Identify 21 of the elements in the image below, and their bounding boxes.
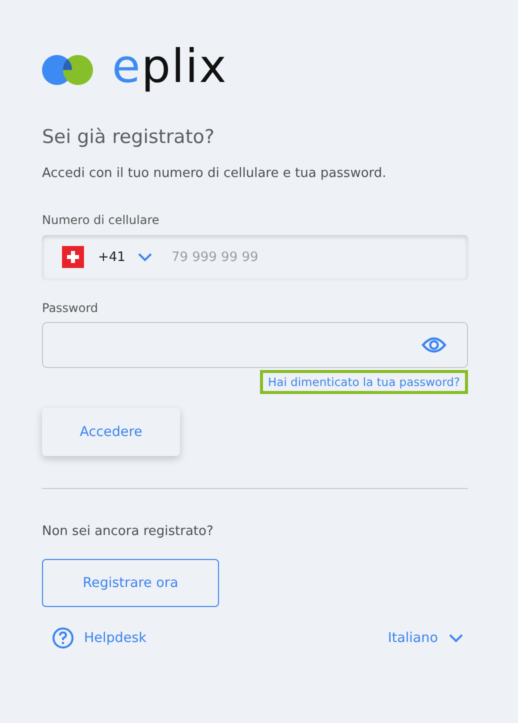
- register-button[interactable]: Registrare ora: [42, 559, 219, 607]
- chevron-down-icon: [448, 633, 464, 643]
- helpdesk-link[interactable]: Helpdesk: [52, 627, 147, 649]
- country-code: +41: [98, 250, 126, 264]
- heading: Sei già registrato?: [42, 126, 216, 148]
- help-icon: [52, 627, 74, 649]
- swiss-flag-icon: [62, 246, 84, 268]
- login-button[interactable]: Accedere: [42, 408, 180, 456]
- intro-text: Accedi con il tuo numero di cellulare e tua password.: [42, 166, 388, 181]
- chevron-down-icon: [137, 252, 154, 262]
- logo-wordmark: eplix: [112, 40, 228, 92]
- phone-field[interactable]: +41 79 999 99 99: [42, 235, 468, 279]
- forgot-password-link[interactable]: Hai dimenticato la tua password?: [260, 370, 468, 394]
- password-label: Password: [42, 301, 100, 315]
- phone-number-input[interactable]: 79 999 99 99: [169, 248, 374, 266]
- password-field[interactable]: [42, 322, 468, 368]
- logo-icon: [42, 53, 94, 87]
- register-prompt: Non sei ancora registrato?: [42, 524, 214, 539]
- phone-label: Numero di cellulare: [42, 213, 160, 227]
- language-selector[interactable]: Italiano: [388, 630, 464, 646]
- eye-icon[interactable]: [421, 336, 447, 354]
